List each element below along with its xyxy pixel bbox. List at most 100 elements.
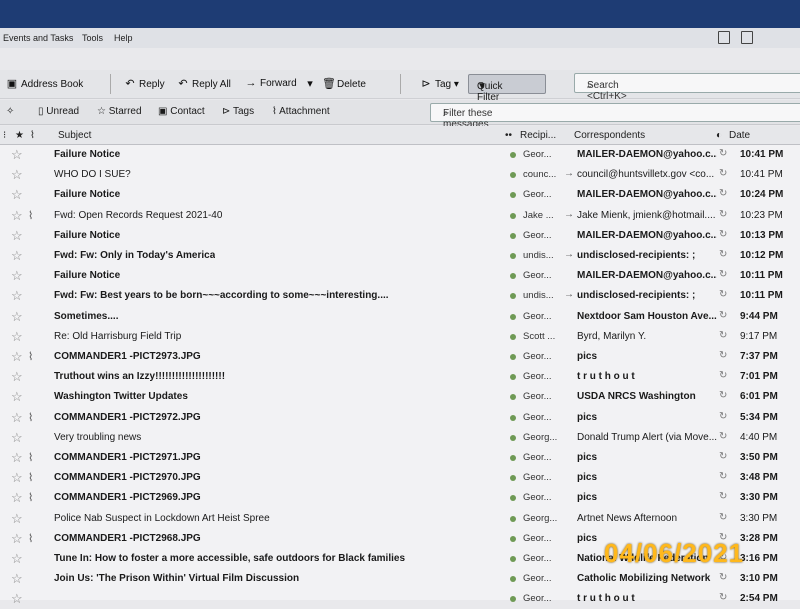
- message-row[interactable]: ☆ ⌇ COMMANDER1 -PICT2969.JPG Geor... pics ↻ 3:…: [0, 488, 800, 508]
- filter-contact-button[interactable]: ▣ Contact: [158, 106, 205, 117]
- pin-icon[interactable]: ✧: [6, 106, 14, 117]
- star-icon[interactable]: ☆: [11, 288, 23, 304]
- read-status-dot[interactable]: [510, 253, 516, 259]
- read-status-dot[interactable]: [510, 455, 516, 461]
- message-row[interactable]: ☆ Fwd: Fw: Only in Today's America undis..…: [0, 246, 800, 266]
- junk-status-icon[interactable]: ↻: [719, 572, 727, 583]
- column-subject[interactable]: Subject: [58, 130, 91, 141]
- junk-status-icon[interactable]: ↻: [719, 411, 727, 422]
- junk-status-icon[interactable]: ↻: [719, 390, 727, 401]
- junk-column-icon[interactable]: ◐: [716, 130, 722, 141]
- star-icon[interactable]: ☆: [11, 167, 23, 183]
- column-recipient[interactable]: Recipi...: [520, 130, 556, 141]
- calendar-icon[interactable]: [718, 31, 730, 44]
- message-row[interactable]: ☆ ⌇ COMMANDER1 -PICT2972.JPG Geor... pics ↻ 5:…: [0, 408, 800, 428]
- read-status-dot[interactable]: [510, 212, 516, 219]
- filter-starred-button[interactable]: ☆ Starred: [97, 106, 142, 117]
- junk-status-icon[interactable]: ↻: [719, 491, 727, 502]
- message-row[interactable]: ☆ Failure Notice Geor... MAILER-DAEMON@yaho…: [0, 145, 800, 165]
- message-row[interactable]: ☆ ⌇ Fwd: Open Records Request 2021-40 Jake …: [0, 206, 800, 226]
- star-icon[interactable]: ☆: [11, 228, 23, 244]
- read-status-dot[interactable]: [510, 313, 516, 320]
- star-icon[interactable]: ☆: [11, 268, 23, 284]
- message-row[interactable]: ☆ Very troubling news Georg... Donald Trump…: [0, 428, 800, 448]
- read-status-dot[interactable]: [510, 232, 516, 239]
- read-status-dot[interactable]: [510, 414, 516, 421]
- address-book-button[interactable]: ▣ Address Book: [6, 77, 83, 90]
- star-icon[interactable]: ☆: [11, 248, 23, 264]
- read-status-dot[interactable]: [510, 333, 516, 340]
- star-icon[interactable]: ☆: [11, 410, 23, 426]
- junk-status-icon[interactable]: ↻: [719, 168, 727, 179]
- filter-attachment-button[interactable]: ⌇ Attachment: [272, 106, 330, 117]
- junk-status-icon[interactable]: ↻: [719, 370, 727, 381]
- read-status-dot[interactable]: [510, 354, 516, 360]
- message-row[interactable]: ☆ ⌇ COMMANDER1 -PICT2970.JPG Geor... pics ↻ 3:…: [0, 468, 800, 488]
- star-icon[interactable]: ☆: [11, 369, 23, 385]
- star-icon[interactable]: ☆: [11, 470, 23, 486]
- filter-tags-button[interactable]: ⊳ Tags: [222, 106, 254, 117]
- menu-events-and-tasks[interactable]: Events and Tasks: [3, 33, 73, 43]
- star-icon[interactable]: ☆: [11, 531, 23, 547]
- menu-tools[interactable]: Tools: [82, 33, 103, 43]
- read-status-dot[interactable]: [510, 172, 516, 179]
- read-status-dot[interactable]: [510, 596, 516, 603]
- tasks-icon[interactable]: [741, 31, 753, 44]
- star-icon[interactable]: ☆: [11, 551, 23, 567]
- read-status-dot[interactable]: [510, 374, 516, 381]
- delete-button[interactable]: 🗑Delete: [322, 77, 366, 90]
- read-status-dot[interactable]: [510, 535, 516, 542]
- star-icon[interactable]: ☆: [11, 389, 23, 405]
- forward-button[interactable]: → Forward: [245, 77, 297, 89]
- star-icon[interactable]: ☆: [11, 591, 23, 607]
- message-row[interactable]: ☆ Failure Notice Geor... MAILER-DAEMON@yaho…: [0, 226, 800, 246]
- junk-status-icon[interactable]: ↻: [719, 188, 727, 199]
- read-status-dot[interactable]: [510, 152, 516, 158]
- star-icon[interactable]: ☆: [11, 571, 23, 587]
- star-icon[interactable]: ☆: [11, 450, 23, 466]
- message-row[interactable]: ☆ Sometimes.... Geor... Nextdoor Sam Housto…: [0, 307, 800, 327]
- message-row[interactable]: ☆ Truthout wins an Izzy!!!!!!!!!!!!!!!!!!…: [0, 367, 800, 387]
- message-row[interactable]: ☆ Police Nab Suspect in Lockdown Art Heis…: [0, 509, 800, 529]
- read-status-dot[interactable]: [510, 434, 516, 441]
- star-icon[interactable]: ☆: [11, 309, 23, 325]
- junk-status-icon[interactable]: ↻: [719, 229, 727, 240]
- message-row[interactable]: ☆ Failure Notice Geor... MAILER-DAEMON@yaho…: [0, 185, 800, 205]
- star-icon[interactable]: ☆: [11, 329, 23, 345]
- junk-status-icon[interactable]: ↻: [719, 451, 727, 462]
- read-status-dot[interactable]: [510, 192, 516, 199]
- junk-status-icon[interactable]: ↻: [719, 471, 727, 482]
- read-status-dot[interactable]: [510, 576, 516, 583]
- junk-status-icon[interactable]: ↻: [719, 269, 727, 280]
- column-date[interactable]: Date: [729, 130, 750, 141]
- read-column-icon[interactable]: ••: [505, 130, 512, 141]
- star-icon[interactable]: ☆: [11, 187, 23, 203]
- junk-status-icon[interactable]: ↻: [719, 431, 727, 442]
- search-input[interactable]: ⌕ Search <Ctrl+K>: [574, 73, 800, 102]
- read-status-dot[interactable]: [510, 293, 516, 300]
- star-icon[interactable]: ☆: [11, 490, 23, 506]
- message-row[interactable]: ☆ ⌇ COMMANDER1 -PICT2973.JPG Geor... pics ↻ 7:…: [0, 347, 800, 367]
- junk-status-icon[interactable]: ↻: [719, 350, 727, 361]
- message-row[interactable]: ☆ WHO DO I SUE? counc... → council@huntsvill…: [0, 165, 800, 185]
- read-status-dot[interactable]: [510, 515, 516, 522]
- message-row[interactable]: ☆ Fwd: Fw: Best years to be born~~~accord…: [0, 286, 800, 306]
- forward-dropdown[interactable]: ▾: [304, 77, 319, 90]
- message-row[interactable]: ☆ Geor... t r u t h o u t ↻ 2:54 PM: [0, 589, 800, 609]
- reply-all-button[interactable]: ↶ Reply All: [177, 77, 231, 90]
- thread-column-icon[interactable]: ⁝: [3, 130, 6, 141]
- column-correspondents[interactable]: Correspondents: [574, 130, 645, 141]
- tag-button[interactable]: ⊳ Tag ▾: [420, 77, 459, 90]
- junk-status-icon[interactable]: ↻: [719, 592, 727, 603]
- read-status-dot[interactable]: [510, 394, 516, 401]
- junk-status-icon[interactable]: ↻: [719, 249, 727, 260]
- star-icon[interactable]: ☆: [11, 147, 23, 163]
- quick-filter-button[interactable]: ▼ Quick Filter: [468, 74, 546, 103]
- junk-status-icon[interactable]: ↻: [719, 330, 727, 341]
- read-status-dot[interactable]: [510, 475, 516, 482]
- filter-messages-input[interactable]: ⌕ Filter these messages <Ctrl+Shift+K>: [430, 103, 800, 141]
- message-row[interactable]: ☆ Failure Notice Geor... MAILER-DAEMON@yaho…: [0, 266, 800, 286]
- star-icon[interactable]: ☆: [11, 430, 23, 446]
- message-row[interactable]: ☆ Join Us: 'The Prison Within' Virtual Fi…: [0, 569, 800, 589]
- message-row[interactable]: ☆ ⌇ COMMANDER1 -PICT2971.JPG Geor... pics ↻ 3:…: [0, 448, 800, 468]
